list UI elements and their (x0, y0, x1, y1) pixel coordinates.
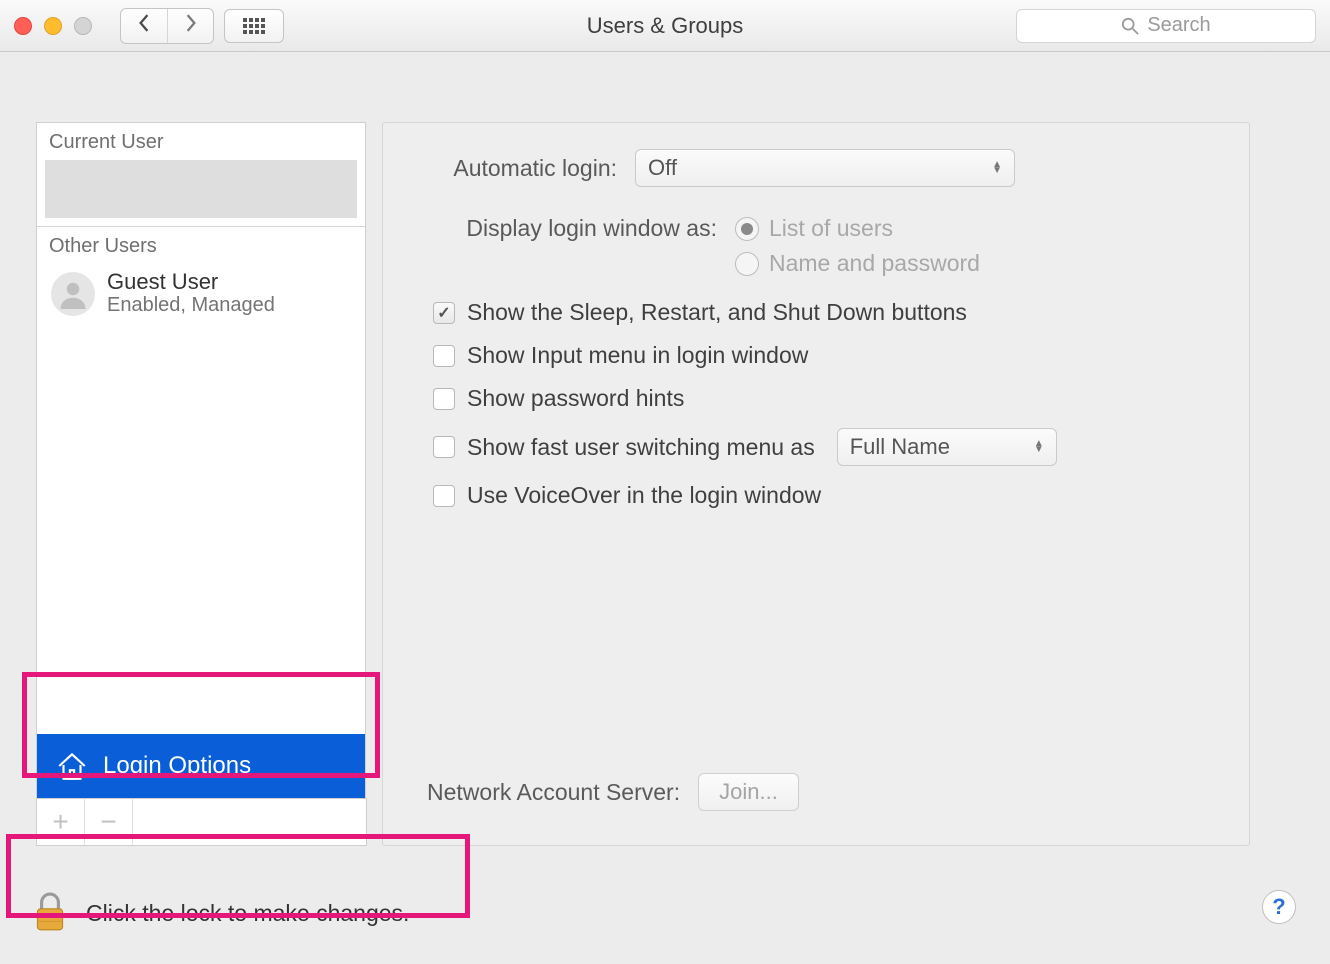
close-window-button[interactable] (14, 17, 32, 35)
zoom-window-button[interactable] (74, 17, 92, 35)
sidebar-header-other: Other Users (37, 227, 365, 264)
radio-name-and-password[interactable]: Name and password (735, 250, 980, 277)
forward-button[interactable] (167, 9, 213, 43)
sidebar-user-guest[interactable]: Guest User Enabled, Managed (37, 264, 365, 323)
guest-user-name: Guest User (107, 270, 275, 294)
sidebar-user-text: Guest User Enabled, Managed (107, 270, 275, 317)
search-field[interactable]: Search (1016, 9, 1316, 43)
search-icon (1121, 17, 1139, 35)
checkbox-icon (433, 485, 455, 507)
chevron-right-icon (184, 14, 198, 32)
network-account-label: Network Account Server: (427, 779, 680, 806)
cb-sleep-restart[interactable]: Show the Sleep, Restart, and Shut Down b… (433, 299, 1205, 326)
users-sidebar: Current User Other Users Guest User Enab… (36, 122, 366, 798)
cb-sleep-label: Show the Sleep, Restart, and Shut Down b… (467, 299, 967, 326)
automatic-login-row: Automatic login: Off ▲▼ (427, 149, 1205, 187)
stepper-icon: ▲▼ (992, 162, 1002, 174)
automatic-login-value: Off (648, 155, 677, 181)
guest-user-status: Enabled, Managed (107, 294, 275, 317)
cb-voiceover[interactable]: Use VoiceOver in the login window (433, 482, 1205, 509)
cb-fast-user-switch[interactable]: Show fast user switching menu as Full Na… (433, 428, 1205, 466)
login-options-row[interactable]: Login Options (37, 734, 365, 798)
nav-segmented (120, 8, 214, 44)
minimize-window-button[interactable] (44, 17, 62, 35)
window-toolbar: Users & Groups Search (0, 0, 1330, 52)
search-placeholder: Search (1147, 14, 1210, 37)
radio-name-label: Name and password (769, 250, 980, 277)
chevron-left-icon (137, 14, 151, 32)
add-user-button[interactable]: + (37, 799, 85, 845)
radio-icon (735, 217, 759, 241)
grid-icon (243, 18, 265, 34)
cb-fast-label: Show fast user switching menu as (467, 434, 815, 461)
join-button[interactable]: Join... (698, 773, 799, 811)
lock-row[interactable]: Click the lock to make changes. (18, 884, 423, 942)
current-user-row[interactable] (45, 160, 357, 218)
add-remove-row: + − (36, 798, 367, 846)
cb-hints-label: Show password hints (467, 385, 684, 412)
remove-user-button[interactable]: − (85, 799, 133, 845)
checkbox-list: Show the Sleep, Restart, and Shut Down b… (427, 299, 1205, 509)
fast-switch-select[interactable]: Full Name ▲▼ (837, 428, 1057, 466)
cb-input-menu[interactable]: Show Input menu in login window (433, 342, 1205, 369)
automatic-login-select[interactable]: Off ▲▼ (635, 149, 1015, 187)
sidebar-header-current: Current User (37, 123, 365, 160)
automatic-login-label: Automatic login: (427, 155, 617, 182)
network-account-row: Network Account Server: Join... (427, 773, 799, 811)
home-icon (55, 749, 89, 783)
help-button[interactable]: ? (1262, 890, 1296, 924)
login-options-label: Login Options (103, 752, 251, 780)
avatar-icon (51, 272, 95, 316)
lock-text: Click the lock to make changes. (86, 900, 409, 927)
radio-list-label: List of users (769, 215, 893, 242)
checkbox-icon (433, 302, 455, 324)
lock-icon (32, 892, 68, 934)
show-all-button[interactable] (224, 9, 284, 43)
checkbox-icon (433, 436, 455, 458)
window-content: Current User Other Users Guest User Enab… (0, 52, 1330, 964)
checkbox-icon (433, 345, 455, 367)
settings-panel: Automatic login: Off ▲▼ Display login wi… (382, 122, 1250, 846)
cb-input-label: Show Input menu in login window (467, 342, 808, 369)
stepper-icon: ▲▼ (1034, 441, 1044, 453)
back-button[interactable] (121, 9, 167, 43)
cb-password-hints[interactable]: Show password hints (433, 385, 1205, 412)
fast-switch-value: Full Name (850, 434, 950, 460)
display-login-label: Display login window as: (427, 215, 717, 242)
radio-list-of-users[interactable]: List of users (735, 215, 980, 242)
traffic-lights (14, 17, 92, 35)
cb-voiceover-label: Use VoiceOver in the login window (467, 482, 821, 509)
display-login-row: Display login window as: List of users N… (427, 215, 1205, 277)
radio-icon (735, 252, 759, 276)
checkbox-icon (433, 388, 455, 410)
